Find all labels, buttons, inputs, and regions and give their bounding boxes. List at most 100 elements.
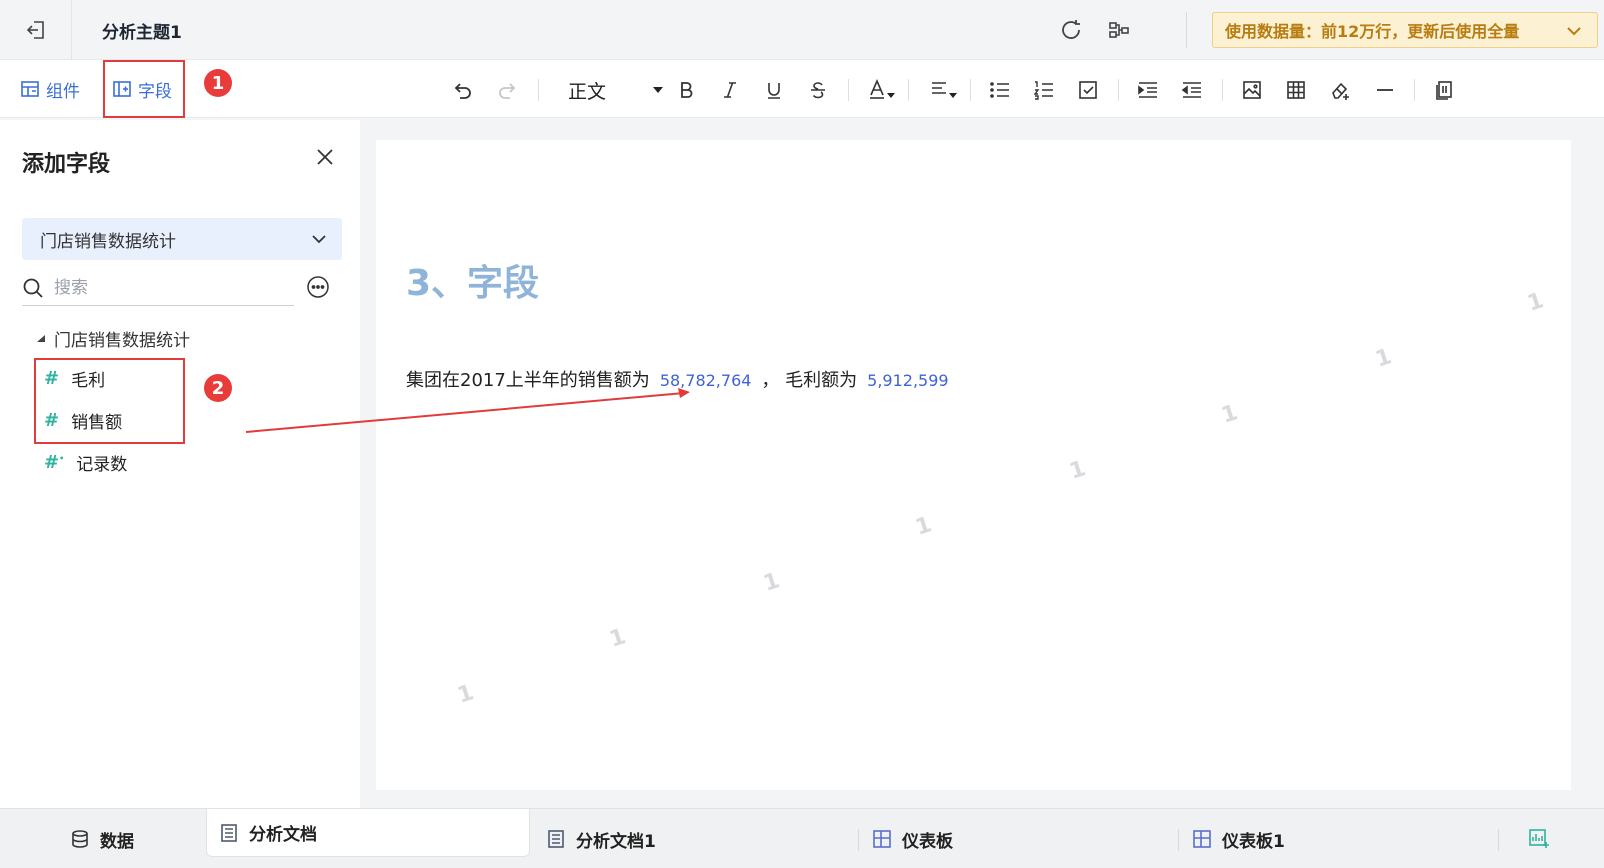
underline-icon	[768, 83, 780, 99]
caret-down-icon	[653, 87, 663, 93]
align-button[interactable]	[928, 77, 960, 103]
outdent-icon	[1181, 82, 1201, 98]
watermark: 1	[912, 512, 935, 541]
refresh-button[interactable]	[1058, 17, 1084, 43]
profit-field-value[interactable]: 5,912,599	[867, 371, 948, 390]
editor-toolbar: 组件 字段 1 正文	[0, 60, 1604, 118]
watermark: 1	[1066, 456, 1089, 485]
redo-icon	[499, 83, 516, 99]
data-usage-banner[interactable]: 使用数据量：前12万行，更新后使用全量	[1212, 12, 1598, 48]
close-icon	[317, 149, 333, 165]
divider	[970, 79, 971, 101]
sales-field-value[interactable]: 58,782,764	[660, 371, 752, 390]
document-title: 分析主题1	[102, 23, 182, 43]
document-paragraph: 集团在2017上半年的销售额为 58,782,764 ， 毛利额为 5,912,…	[406, 366, 959, 392]
table-icon	[1287, 81, 1305, 99]
numbered-list-button[interactable]	[1032, 77, 1056, 103]
checkbox-icon	[1079, 81, 1097, 99]
field-item-record-count[interactable]: #• 记录数	[44, 450, 127, 475]
add-field-panel: 添加字段 门店销售数据统计 门店销售数据统计 # 毛利 # 销售额 #• 记录数	[0, 120, 360, 808]
divider	[1222, 79, 1223, 101]
calculated-field-icon: #•	[44, 452, 65, 473]
watermark: 1	[1372, 344, 1395, 373]
italic-button[interactable]	[718, 77, 742, 103]
watermark: 1	[454, 680, 477, 709]
tab-label: 仪表板	[902, 831, 953, 852]
outdent-button[interactable]	[1180, 77, 1204, 103]
insert-table-button[interactable]	[1284, 77, 1308, 103]
tab-dashboard[interactable]: 仪表板	[872, 809, 953, 868]
panel-title: 添加字段	[22, 152, 111, 177]
lineage-icon	[1109, 22, 1129, 38]
tab-analysis-doc[interactable]: 分析文档	[206, 809, 530, 857]
exit-button[interactable]	[0, 0, 72, 60]
tab-components-label: 组件	[46, 81, 80, 102]
font-color-button[interactable]	[866, 77, 898, 103]
align-left-icon	[932, 82, 957, 98]
document-icon	[221, 823, 237, 842]
search-icon	[23, 278, 43, 298]
document-canvas[interactable]: 3、字段 集团在2017上半年的销售额为 58,782,764 ， 毛利额为 5…	[376, 140, 1571, 790]
more-options-button[interactable]	[306, 275, 330, 299]
divider	[858, 829, 859, 851]
divider	[1186, 12, 1187, 48]
add-component-button[interactable]	[1528, 809, 1550, 868]
chevron-down-icon	[312, 235, 326, 244]
indent-icon	[1138, 82, 1157, 98]
tree-node-dataset[interactable]: 门店销售数据统计	[36, 326, 190, 351]
caret-down-icon	[37, 334, 45, 342]
dashboard-icon	[1193, 830, 1211, 848]
italic-icon	[724, 82, 736, 98]
dataset-select-value: 门店销售数据统计	[40, 231, 176, 252]
indent-button[interactable]	[1136, 77, 1160, 103]
search-box	[22, 270, 294, 306]
top-bar: 分析主题1 使用数据量：前12万行，更新后使用全量	[0, 0, 1604, 60]
undo-button[interactable]	[450, 77, 476, 103]
tab-components[interactable]: 组件	[20, 76, 80, 102]
paragraph-text: ， 毛利额为	[761, 370, 858, 391]
tree-node-label: 门店销售数据统计	[54, 331, 190, 351]
numbered-list-icon	[1033, 81, 1053, 100]
page-break-button[interactable]	[1432, 77, 1456, 103]
dataset-select[interactable]: 门店销售数据统计	[22, 218, 342, 260]
components-icon	[21, 81, 39, 97]
horizontal-rule-button[interactable]	[1372, 77, 1398, 103]
image-icon	[1243, 81, 1261, 99]
tab-label: 数据	[100, 831, 134, 852]
strikethrough-icon	[811, 82, 825, 99]
field-label: 记录数	[76, 455, 128, 475]
bold-button[interactable]	[674, 77, 698, 103]
bottom-tab-bar: 数据 分析文档 分析文档1 仪表板 仪表板1	[0, 808, 1604, 868]
divider	[908, 79, 909, 101]
bullet-list-icon	[990, 82, 1009, 98]
font-color-icon	[870, 78, 895, 99]
tab-data[interactable]: 数据	[70, 809, 134, 868]
eraser-icon	[1332, 82, 1349, 100]
paragraph-style-value: 正文	[568, 80, 607, 103]
tab-dashboard-1[interactable]: 仪表板1	[1192, 809, 1285, 868]
clear-format-button[interactable]	[1328, 77, 1354, 103]
watermark: 1	[1218, 400, 1241, 429]
bullet-list-button[interactable]	[988, 77, 1012, 103]
tab-analysis-doc-1[interactable]: 分析文档1	[546, 809, 656, 868]
watermark: 1	[760, 568, 783, 597]
highlight-box-1	[103, 60, 185, 118]
lineage-button[interactable]	[1106, 17, 1132, 43]
document-heading: 3、字段	[406, 263, 540, 304]
close-button[interactable]	[314, 146, 336, 168]
database-icon	[72, 830, 88, 848]
strikethrough-button[interactable]	[806, 77, 830, 103]
step-badge-2: 2	[204, 374, 232, 402]
watermark: 1	[606, 624, 629, 653]
divider	[1178, 829, 1179, 851]
search-input[interactable]	[54, 277, 274, 298]
horizontal-rule-icon	[1377, 89, 1393, 91]
chevron-down-icon	[1567, 27, 1581, 36]
underline-button[interactable]	[762, 77, 786, 103]
checklist-button[interactable]	[1076, 77, 1100, 103]
redo-button[interactable]	[494, 77, 520, 103]
insert-image-button[interactable]	[1240, 77, 1264, 103]
paragraph-style-select[interactable]: 正文	[568, 77, 664, 103]
highlight-box-2	[34, 358, 185, 444]
page-break-icon	[1436, 81, 1452, 100]
